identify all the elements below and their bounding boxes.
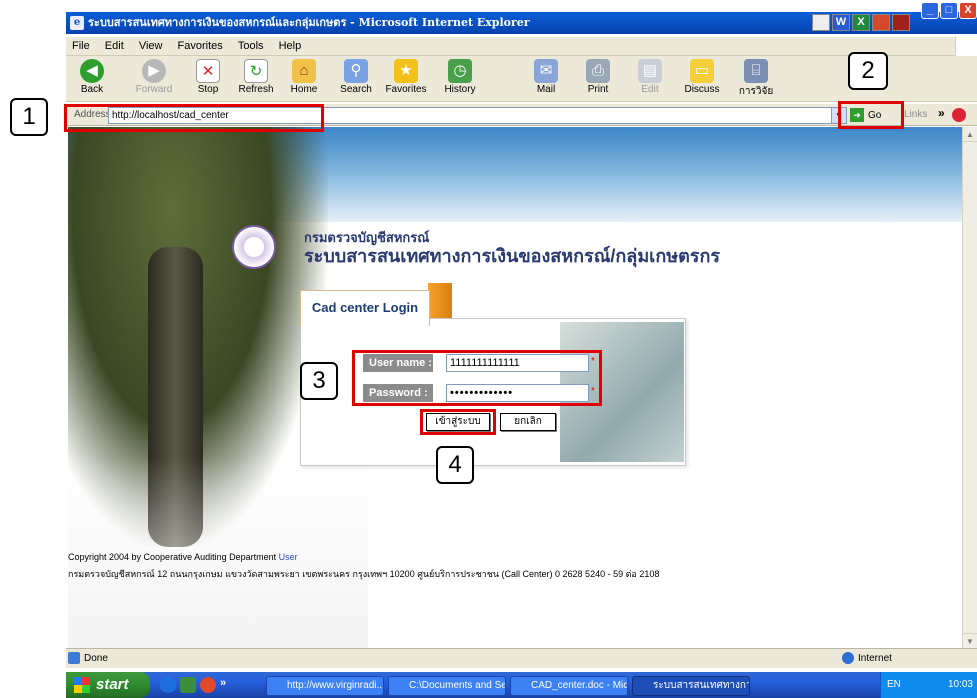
stop-icon: ✕ — [196, 59, 220, 83]
print-button[interactable]: ⎙ Print — [574, 59, 622, 95]
search-icon: ⚲ — [344, 59, 368, 83]
department-seal-logo — [232, 225, 276, 269]
ie-icon: e — [70, 16, 84, 30]
start-button[interactable]: start — [66, 672, 150, 698]
favorites-button[interactable]: ★ Favorites — [382, 59, 430, 95]
search-button[interactable]: ⚲ Search — [332, 59, 380, 95]
menu-favorites[interactable]: Favorites — [172, 37, 229, 55]
window-title: ระบบสารสนเทศทางการเงินของสหกรณ์และกลุ่มเ… — [88, 16, 530, 29]
minimize-button[interactable]: _ — [921, 2, 939, 19]
desktop-icon[interactable] — [180, 677, 196, 693]
status-text: Done — [84, 653, 108, 664]
taskbar-item-explorer[interactable]: C:\Documents and Se... — [388, 676, 506, 696]
scroll-up-icon[interactable]: ▲ — [963, 127, 977, 142]
windows-logo-icon — [955, 37, 977, 56]
callout-box-address — [64, 104, 324, 132]
callout-number-2: 2 — [848, 52, 888, 90]
mail-icon: ✉ — [534, 59, 558, 83]
callout-box-go — [838, 101, 904, 129]
translate-icon[interactable] — [952, 108, 966, 122]
login-tab-accent — [428, 283, 452, 319]
media-icon[interactable] — [200, 677, 216, 693]
menu-help[interactable]: Help — [273, 37, 308, 55]
back-button[interactable]: ◀ Back — [68, 59, 116, 95]
cancel-button[interactable]: ยกเลิก — [500, 413, 556, 431]
system-tray: EN 10:03 — [880, 672, 977, 698]
edit-button[interactable]: ▤ Edit — [626, 59, 674, 95]
quicklaunch-more-icon[interactable]: » — [220, 677, 226, 695]
internet-zone-icon — [842, 652, 854, 664]
callout-number-3: 3 — [300, 362, 338, 400]
toolbar: ◀ Back ▶ Forward ✕ Stop ↻ Refresh ⌂ Home ⚲ Sea… — [66, 56, 977, 102]
clock[interactable]: 10:03 — [948, 679, 973, 690]
excel-icon[interactable]: X — [852, 14, 870, 31]
favorites-star-icon: ★ — [394, 59, 418, 83]
history-icon: ◷ — [448, 59, 472, 83]
research-icon: ⌸ — [744, 59, 768, 83]
copyright-text: Copyright 2004 by Cooperative Auditing D… — [68, 552, 277, 562]
taskbar-item-word[interactable]: CAD_center.doc - Mic... — [510, 676, 628, 696]
menu-file[interactable]: File — [66, 37, 96, 55]
chevron-right-icon[interactable]: » — [938, 106, 945, 120]
home-icon: ⌂ — [292, 59, 316, 83]
address-line: กรมตรวจบัญชีสหกรณ์ 12 ถนนกรุงเกษม แขวงวั… — [68, 569, 660, 579]
research-button[interactable]: ⌸ การวิจัย — [732, 59, 780, 99]
login-title-tab: Cad center Login — [300, 290, 430, 326]
forward-button[interactable]: ▶ Forward — [130, 59, 178, 95]
powerpoint-icon[interactable] — [872, 14, 890, 31]
forward-arrow-icon: ▶ — [142, 59, 166, 83]
callout-number-1: 1 — [10, 98, 48, 136]
callout-number-4: 4 — [436, 446, 474, 484]
print-icon: ⎙ — [586, 59, 610, 83]
ie-quicklaunch-icon[interactable] — [160, 677, 176, 693]
office-shortcut-icon[interactable] — [812, 14, 830, 31]
edit-page-icon: ▤ — [638, 59, 662, 83]
maximize-button[interactable]: □ — [940, 2, 958, 19]
page-done-icon — [68, 652, 80, 664]
scroll-down-icon[interactable]: ▼ — [963, 633, 977, 648]
stop-button[interactable]: ✕ Stop — [184, 59, 232, 95]
menu-view[interactable]: View — [133, 37, 169, 55]
word-icon[interactable]: W — [832, 14, 850, 31]
mail-button[interactable]: ✉ Mail — [522, 59, 570, 95]
access-icon[interactable] — [892, 14, 910, 31]
callout-box-credentials — [352, 350, 602, 406]
callout-box-login — [420, 409, 496, 435]
refresh-icon: ↻ — [244, 59, 268, 83]
links-label[interactable]: Links — [904, 109, 927, 120]
menu-bar: File Edit View Favorites Tools Help — [66, 37, 977, 56]
taskbar-item-browser1[interactable]: http://www.virginradi... — [266, 676, 384, 696]
windows-flag-icon — [74, 677, 90, 693]
back-arrow-icon: ◀ — [80, 59, 104, 83]
user-link[interactable]: User — [279, 552, 298, 562]
vertical-scrollbar[interactable]: ▲ ▼ — [962, 127, 977, 648]
refresh-button[interactable]: ↻ Refresh — [232, 59, 280, 95]
home-button[interactable]: ⌂ Home — [280, 59, 328, 95]
language-indicator[interactable]: EN — [887, 672, 901, 698]
copyright-line: Copyright 2004 by Cooperative Auditing D… — [68, 552, 298, 562]
taskbar-item-active-ie[interactable]: ระบบสารสนเทศทางกา... — [632, 676, 750, 696]
discuss-button[interactable]: ▭ Discuss — [678, 59, 726, 95]
history-button[interactable]: ◷ History — [436, 59, 484, 95]
zone-text: Internet — [858, 653, 892, 664]
office-shortcut-bar: W X — [812, 12, 912, 34]
quick-launch: » — [160, 677, 250, 695]
menu-tools[interactable]: Tools — [232, 37, 270, 55]
status-bar: Done Internet — [66, 648, 977, 668]
close-button[interactable]: X — [959, 2, 977, 19]
menu-edit[interactable]: Edit — [99, 37, 130, 55]
discuss-icon: ▭ — [690, 59, 714, 83]
system-name: ระบบสารสนเทศทางการเงินของสหกรณ์/กลุ่มเกษ… — [304, 246, 721, 266]
